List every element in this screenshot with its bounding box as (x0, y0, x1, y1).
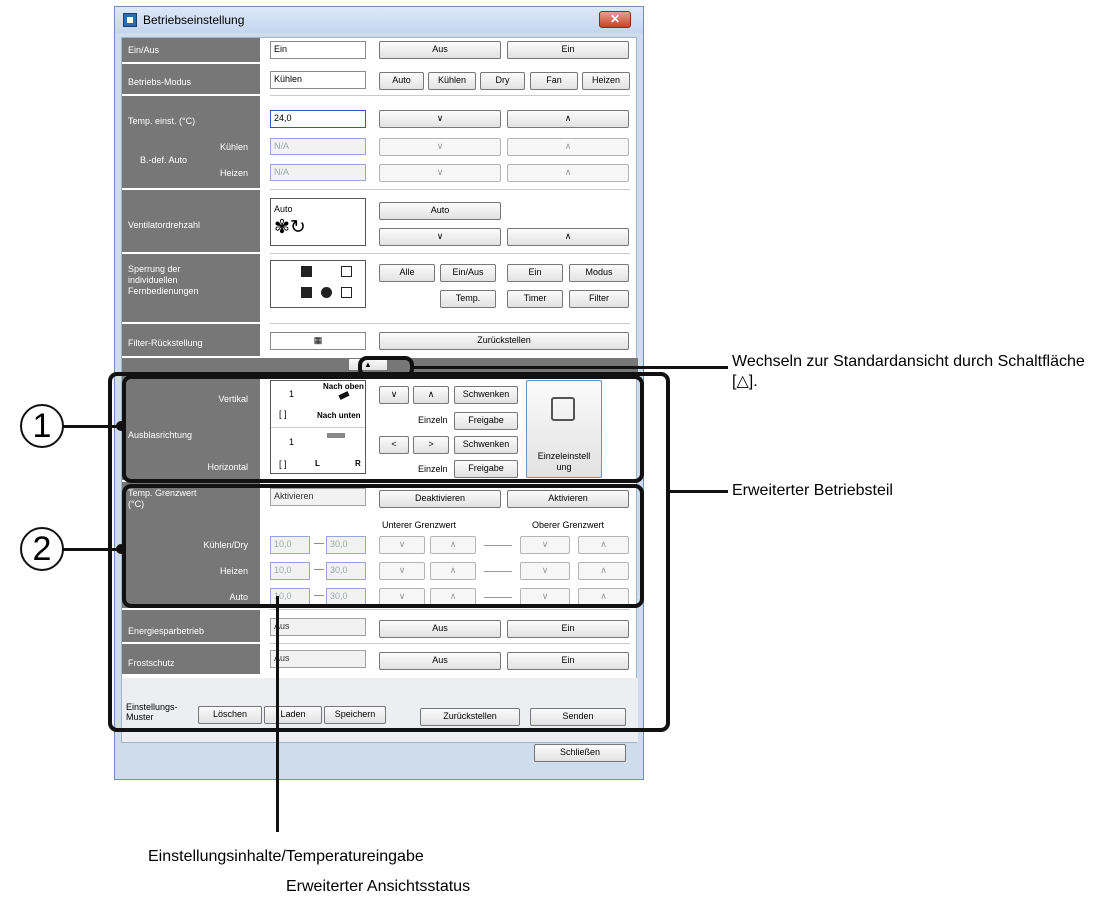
close-button[interactable]: Schließen (534, 744, 626, 762)
mode-field: Kühlen (270, 71, 366, 89)
extended-status-note: Erweiterter Ansichtsstatus (286, 878, 471, 895)
temp-up-button[interactable]: ∧ (507, 110, 629, 128)
filter-label: Filter-Rückstellung (128, 338, 203, 348)
fan-auto-button[interactable]: Auto (379, 202, 501, 220)
fan-label: Ventilatordrehzahl (128, 220, 201, 230)
fan-value: Auto (274, 204, 293, 214)
lock-power-button[interactable]: Ein/Aus (440, 264, 496, 282)
mode-cool-button[interactable]: Kühlen (428, 72, 476, 90)
power-lock-icon (301, 266, 312, 277)
bdef-heat-down-button[interactable]: ∨ (379, 164, 501, 182)
power-on-button[interactable]: Ein (507, 41, 629, 59)
bdef-label: B.-def. Auto (140, 155, 188, 165)
mode-heat-button[interactable]: Heizen (582, 72, 630, 90)
title-bar: Betriebseinstellung ✕ (115, 7, 643, 33)
mode-fan-button[interactable]: Fan (530, 72, 578, 90)
app-icon (123, 13, 137, 27)
marker-1: 1 (20, 404, 64, 448)
bdef-heat-field: N/A (270, 164, 366, 181)
mode-lock-icon (341, 266, 352, 277)
mode-dry-button[interactable]: Dry (480, 72, 525, 90)
bdef-cool-label: Kühlen (219, 142, 248, 152)
lock-on-button[interactable]: Ein (507, 264, 563, 282)
temp-label: Temp. einst. (°C) (128, 116, 196, 126)
temp-lock-icon (301, 287, 312, 298)
temp-input[interactable]: 24,0 (270, 110, 366, 128)
filter-lock-icon (341, 287, 352, 298)
lock-all-button[interactable]: Alle (379, 264, 435, 282)
timer-lock-icon (321, 287, 332, 298)
fan-display: Auto ✾↻ (270, 198, 366, 246)
marker-2: 2 (20, 527, 64, 571)
lock-label-2: individuellen (128, 275, 178, 285)
bdef-cool-down-button[interactable]: ∨ (379, 138, 501, 156)
bdef-heat-up-button[interactable]: ∧ (507, 164, 629, 182)
fan-auto-icon: ✾↻ (274, 217, 306, 238)
lock-temp-button[interactable]: Temp. (440, 290, 496, 308)
power-field: Ein (270, 41, 366, 59)
lock-mode-button[interactable]: Modus (569, 264, 629, 282)
settings-input-note: Einstellungsinhalte/Temperatureingabe (148, 848, 424, 865)
mode-auto-button[interactable]: Auto (379, 72, 424, 90)
power-off-button[interactable]: Aus (379, 41, 501, 59)
standard-view-note: Wechseln zur Standardansicht durch Schal… (732, 353, 1085, 390)
power-label: Ein/Aus (128, 45, 160, 55)
filter-reset-button[interactable]: Zurückstellen (379, 332, 629, 350)
mode-label: Betriebs-Modus (128, 77, 192, 87)
lock-label-1: Sperrung der (128, 264, 181, 274)
extended-section-note: Erweiterter Betriebsteil (732, 482, 893, 499)
filter-icon: ▦ (313, 335, 323, 345)
bdef-cool-field: N/A (270, 138, 366, 155)
bdef-heat-label: Heizen (219, 168, 248, 178)
lock-label-3: Fernbedienungen (128, 286, 199, 296)
temp-down-button[interactable]: ∨ (379, 110, 501, 128)
fan-down-button[interactable]: ∨ (379, 228, 501, 246)
extended-section-highlight (108, 372, 670, 732)
lock-timer-button[interactable]: Timer (507, 290, 563, 308)
close-window-button[interactable]: ✕ (599, 11, 631, 28)
bdef-cool-up-button[interactable]: ∧ (507, 138, 629, 156)
filter-field: ▦ (270, 332, 366, 350)
window-title: Betriebseinstellung (143, 13, 245, 27)
fan-up-button[interactable]: ∧ (507, 228, 629, 246)
lock-filter-button[interactable]: Filter (569, 290, 629, 308)
lock-icon-panel (270, 260, 366, 308)
